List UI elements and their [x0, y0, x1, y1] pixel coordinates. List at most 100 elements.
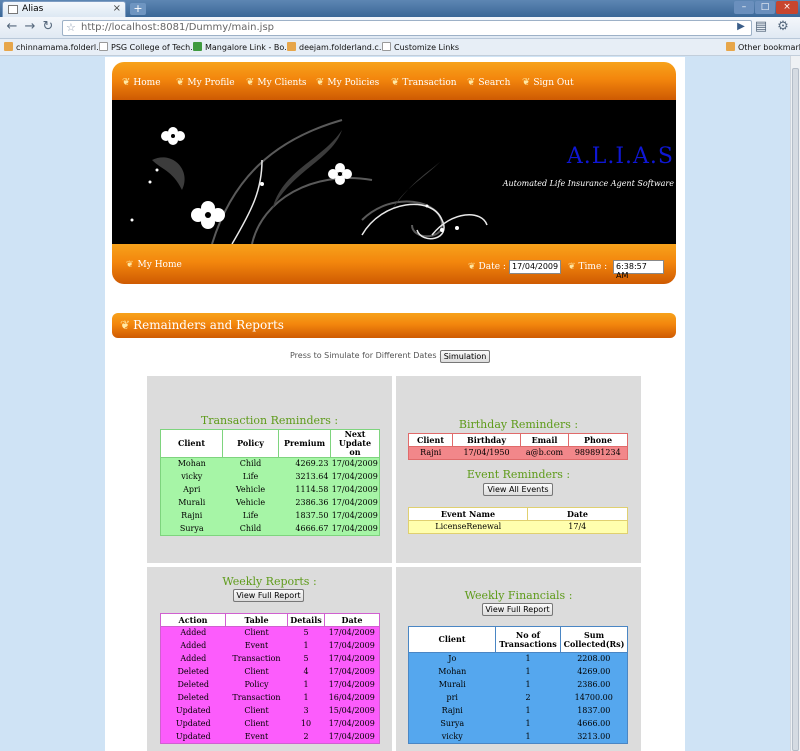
leaf-icon: ❦ [391, 77, 400, 88]
cell: 2208.00 [560, 652, 628, 666]
cell: 1 [495, 665, 561, 679]
birthday-reminders-title: Birthday Reminders : [458, 418, 579, 431]
col-header: Email [520, 433, 569, 447]
date-field: 17/04/2009 [509, 260, 561, 274]
address-bar[interactable]: ☆ http://localhost:8081/Dummy/main.jsp [62, 20, 752, 36]
table-row: Murali 1 2386.00 [408, 678, 628, 692]
nav-transaction[interactable]: ❦ Transaction [391, 77, 457, 88]
cell: 4 [287, 665, 325, 679]
table-row: Updated Client 10 17/04/2009 [160, 717, 380, 731]
cell: Updated [160, 717, 226, 731]
minimize-icon[interactable]: – [734, 1, 754, 14]
folder-icon [4, 42, 13, 51]
go-icon[interactable]: ▶ [733, 20, 749, 35]
cell: Rajni [160, 509, 223, 523]
cell: vicky [160, 470, 223, 484]
page-icon [382, 42, 391, 51]
close-tab-icon[interactable]: × [113, 3, 121, 14]
nav-my-profile[interactable]: ❦ My Profile [176, 77, 235, 88]
leaf-icon: ❦ [122, 77, 131, 88]
col-header: Policy [222, 429, 279, 458]
table-row: Mohan Child 4269.23 17/04/2009 [160, 457, 380, 471]
cell: Deleted [160, 665, 226, 679]
leaf-icon: ❦ [126, 260, 134, 270]
tab-title: Alias [22, 4, 44, 14]
cell: 1 [495, 704, 561, 718]
transaction-reminders-table: Client Policy Premium Next Update on Moh… [160, 429, 380, 536]
nav-home[interactable]: ❦ Home [122, 77, 161, 88]
cell: Added [160, 652, 226, 666]
nav-search[interactable]: ❦ Search [467, 77, 510, 88]
vertical-scrollbar[interactable] [790, 56, 800, 751]
cell: 2386.36 [278, 496, 331, 510]
cell: 4269.23 [278, 457, 331, 471]
weekly-reports-title: Weekly Reports : [222, 575, 317, 588]
close-window-icon[interactable]: × [776, 1, 798, 14]
wrench-icon[interactable]: ⚙ [775, 20, 791, 35]
cell: Transaction [225, 652, 288, 666]
bookmark-5[interactable]: Customize Links [382, 42, 459, 52]
url-text: http://localhost:8081/Dummy/main.jsp [81, 22, 275, 33]
weekly-financials-view-button[interactable]: View Full Report [482, 603, 553, 616]
new-tab-button[interactable]: + [130, 3, 146, 15]
page-menu-icon[interactable]: ▤ [753, 20, 769, 35]
cell: Client [225, 665, 288, 679]
time-field: 6:38:57 AM [613, 260, 664, 280]
col-header: Event Name [408, 507, 528, 521]
view-all-events-button[interactable]: View All Events [483, 483, 553, 496]
cell: 17/04/2009 [324, 717, 380, 731]
cell: Updated [160, 730, 226, 744]
weekly-reports-table: Action Table Details Date Added Client 5 17… [160, 613, 380, 744]
bookmark-4[interactable]: deejam.folderland.c... [287, 42, 386, 52]
other-bookmarks[interactable]: Other bookmarks [726, 42, 800, 52]
bookmark-2[interactable]: PSG College of Tech... [99, 42, 198, 52]
nav-sign-out[interactable]: ❦ Sign Out [522, 77, 574, 88]
bookmark-3[interactable]: Mangalore Link - Bo... [193, 42, 292, 52]
cell: Deleted [160, 678, 226, 692]
reload-icon[interactable]: ↻ [40, 20, 56, 35]
cell: Rajni [408, 704, 496, 718]
cell: 4269.00 [560, 665, 628, 679]
table-row: pri 2 14700.00 [408, 691, 628, 705]
scrollbar-thumb[interactable] [792, 68, 799, 751]
page-icon [99, 42, 108, 51]
bookmark-star-icon[interactable]: ☆ [66, 21, 76, 34]
table-row: Added Client 5 17/04/2009 [160, 626, 380, 640]
bookmark-1[interactable]: chinnamama.folderl... [4, 42, 104, 52]
table-row: Mohan 1 4269.00 [408, 665, 628, 679]
nav-my-policies[interactable]: ❦ My Policies [316, 77, 379, 88]
cell: 3213.00 [560, 730, 628, 744]
leaf-icon: ❦ [316, 77, 325, 88]
table-row: vicky Life 3213.64 17/04/2009 [160, 470, 380, 484]
cell: 2 [495, 691, 561, 705]
simulation-button[interactable]: Simulation [440, 350, 490, 363]
cell: 16/04/2009 [324, 691, 380, 705]
header-banner: A.L.I.A.S Automated Life Insurance Agent… [112, 100, 676, 244]
floral-decoration [130, 119, 488, 244]
cell: Jo [408, 652, 496, 666]
cell: Mohan [160, 457, 223, 471]
cell: 17/04/2009 [324, 626, 380, 640]
cell: Client [225, 626, 288, 640]
cell: 1 [287, 691, 325, 705]
col-header: Sum Collected(Rs) [560, 626, 628, 653]
col-header: Client [160, 429, 223, 458]
table-row: Rajni Life 1837.50 17/04/2009 [160, 509, 380, 523]
col-header: Date [527, 507, 628, 521]
cell: 17/04/2009 [324, 665, 380, 679]
cell: 1 [495, 717, 561, 731]
maximize-icon[interactable]: □ [755, 1, 775, 14]
folder-icon [726, 42, 735, 51]
cell: 14700.00 [560, 691, 628, 705]
nav-my-clients[interactable]: ❦ My Clients [246, 77, 307, 88]
table-row: Rajni 17/04/1950 a@b.com 989891234 [408, 446, 628, 460]
forward-icon[interactable]: → [22, 20, 38, 35]
browser-tab[interactable]: Alias × [2, 1, 126, 17]
cell: 10 [287, 717, 325, 731]
back-icon[interactable]: ← [4, 20, 20, 35]
cell: Policy [225, 678, 288, 692]
weekly-reports-view-button[interactable]: View Full Report [233, 589, 304, 602]
cell: Client [225, 704, 288, 718]
my-home-link[interactable]: ❦ My Home [126, 260, 182, 270]
cell: Updated [160, 704, 226, 718]
